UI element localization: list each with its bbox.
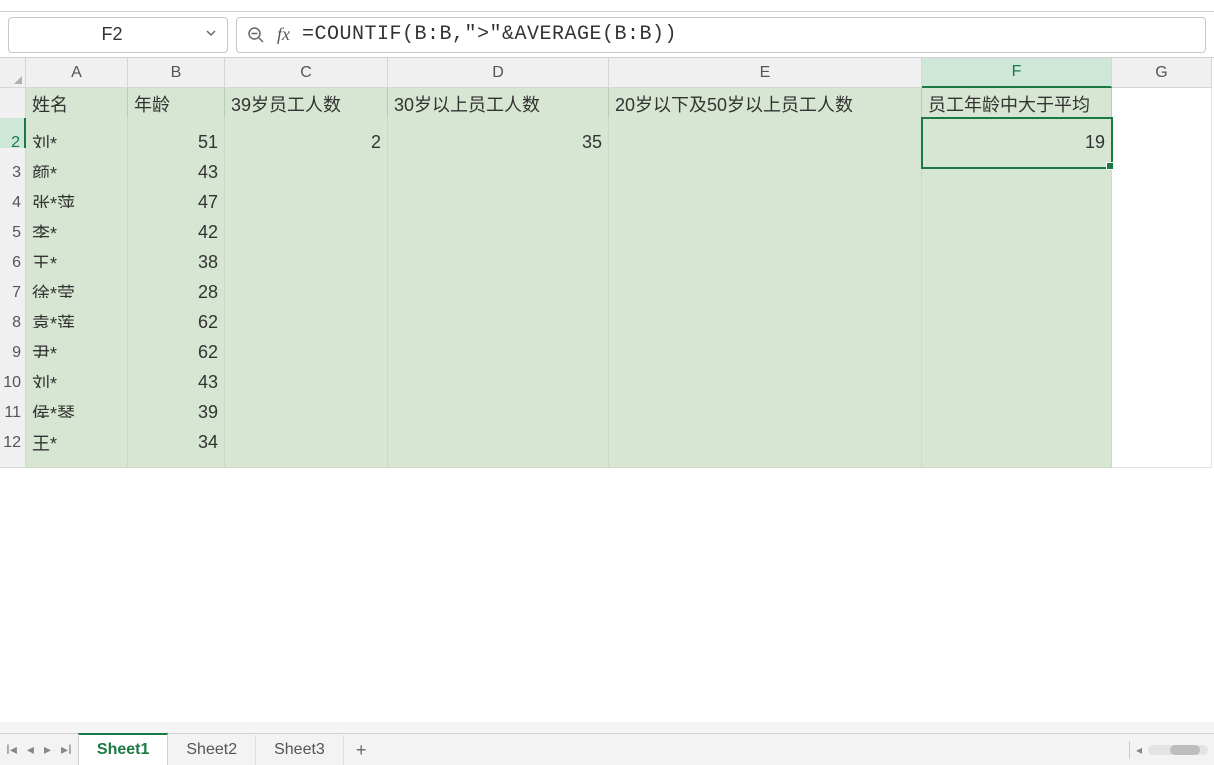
horizontal-scroll: ◂: [1129, 741, 1208, 759]
scroll-separator: [1129, 741, 1130, 759]
spreadsheet-area[interactable]: ABCDEFG1姓名年龄39岁员工人数30岁以上员工人数20岁以下及50岁以上员…: [0, 58, 1214, 722]
column-header-G[interactable]: G: [1112, 58, 1212, 88]
header-label: 30岁以上员工人数: [394, 94, 540, 117]
column-header-E[interactable]: E: [609, 58, 922, 88]
cell-reference: F2: [19, 24, 205, 45]
scroll-thumb[interactable]: [1170, 745, 1200, 755]
header-label: 姓名: [32, 94, 68, 117]
add-sheet-button[interactable]: +: [344, 734, 379, 765]
sheet-tab-Sheet2[interactable]: Sheet2: [168, 735, 256, 765]
cell-F2[interactable]: 19: [922, 118, 1112, 168]
cell-E12[interactable]: [609, 418, 922, 468]
tab-nav-prev-icon[interactable]: ◂: [27, 741, 34, 758]
column-header-A[interactable]: A: [26, 58, 128, 88]
column-header-C[interactable]: C: [225, 58, 388, 88]
formula-text: =COUNTIF(B:B,">"&AVERAGE(B:B)): [302, 23, 677, 46]
name-box[interactable]: F2: [8, 17, 228, 53]
cell-C12[interactable]: [225, 418, 388, 468]
scroll-track[interactable]: [1148, 745, 1208, 755]
formula-input-area[interactable]: fx =COUNTIF(B:B,">"&AVERAGE(B:B)): [236, 17, 1206, 53]
cell-B12[interactable]: 34: [128, 418, 225, 468]
scroll-left-icon[interactable]: ◂: [1136, 743, 1142, 757]
row-header-12[interactable]: 12: [0, 418, 26, 468]
column-header-D[interactable]: D: [388, 58, 609, 88]
name-box-dropdown-icon[interactable]: [205, 27, 217, 42]
column-header-F[interactable]: F: [922, 58, 1112, 88]
sheet-tab-bar: I◂ ◂ ▸ ▸I Sheet1Sheet2Sheet3 + ◂: [0, 733, 1214, 765]
header-label: 年龄: [134, 94, 170, 117]
cell-A12[interactable]: 王*: [26, 418, 128, 468]
tab-nav-last-icon[interactable]: ▸I: [61, 741, 72, 758]
sheet-tab-Sheet3[interactable]: Sheet3: [256, 735, 344, 765]
header-label: 39岁员工人数: [231, 94, 341, 117]
tab-nav-first-icon[interactable]: I◂: [6, 741, 17, 758]
sheet-tab-Sheet1[interactable]: Sheet1: [78, 733, 168, 765]
formula-bar: F2 fx =COUNTIF(B:B,">"&AVERAGE(B:B)): [0, 12, 1214, 58]
cell-F12[interactable]: [922, 418, 1112, 468]
tab-nav-next-icon[interactable]: ▸: [44, 741, 51, 758]
ruler-strip: [0, 0, 1214, 12]
cell-G12[interactable]: [1112, 418, 1212, 468]
header-label: 20岁以下及50岁以上员工人数: [615, 94, 853, 117]
fx-icon[interactable]: fx: [277, 24, 290, 45]
tab-nav-controls: I◂ ◂ ▸ ▸I: [0, 734, 78, 765]
select-all-corner[interactable]: [0, 58, 26, 88]
column-header-B[interactable]: B: [128, 58, 225, 88]
cell-D12[interactable]: [388, 418, 609, 468]
zoom-out-icon[interactable]: [247, 26, 265, 44]
